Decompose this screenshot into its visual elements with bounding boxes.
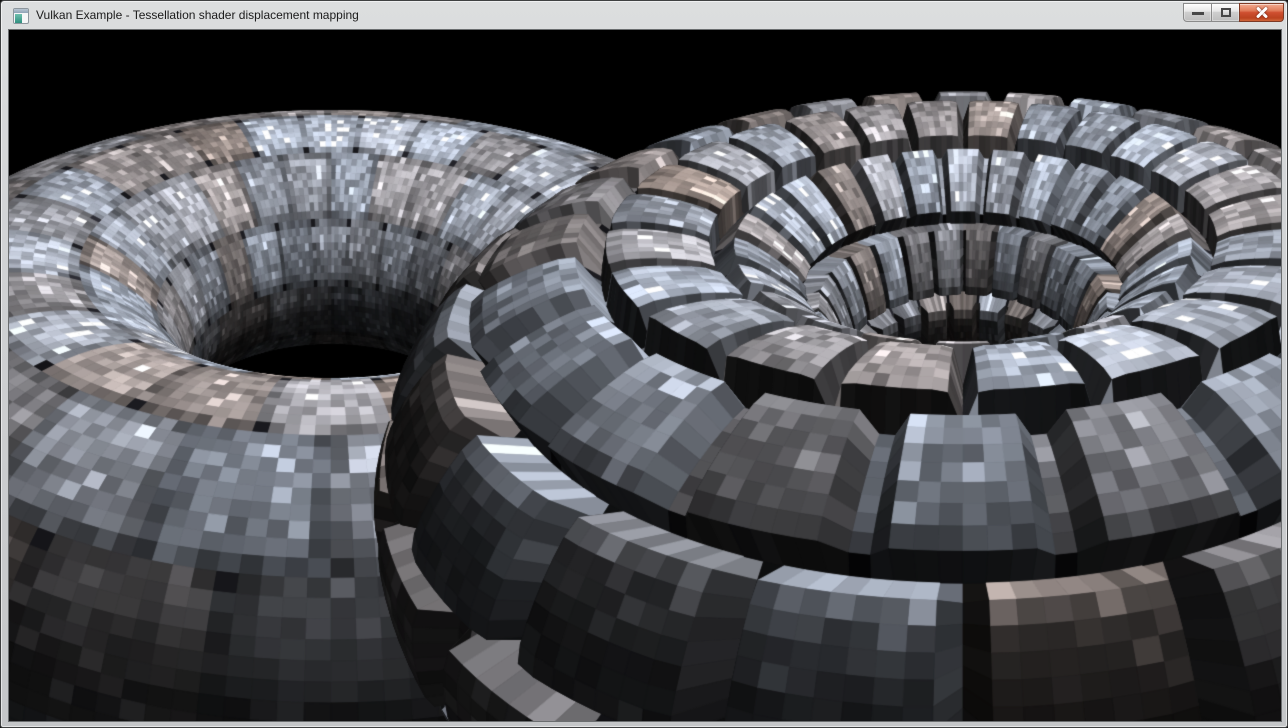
minimize-button[interactable]	[1183, 3, 1212, 22]
render-viewport	[8, 29, 1282, 722]
maximize-icon	[1221, 8, 1231, 17]
app-window: Vulkan Example - Tessellation shader dis…	[0, 0, 1288, 728]
app-icon-titlebar	[14, 9, 28, 13]
render-canvas[interactable]	[9, 30, 1281, 721]
close-icon	[1253, 4, 1271, 22]
window-title: Vulkan Example - Tessellation shader dis…	[36, 2, 359, 29]
close-button[interactable]	[1239, 3, 1284, 22]
title-bar[interactable]: Vulkan Example - Tessellation shader dis…	[2, 2, 1286, 29]
app-icon[interactable]	[13, 8, 29, 24]
minimize-icon	[1192, 12, 1204, 15]
maximize-button[interactable]	[1211, 3, 1240, 22]
app-icon-pane	[15, 14, 22, 23]
window-controls	[1184, 3, 1284, 22]
